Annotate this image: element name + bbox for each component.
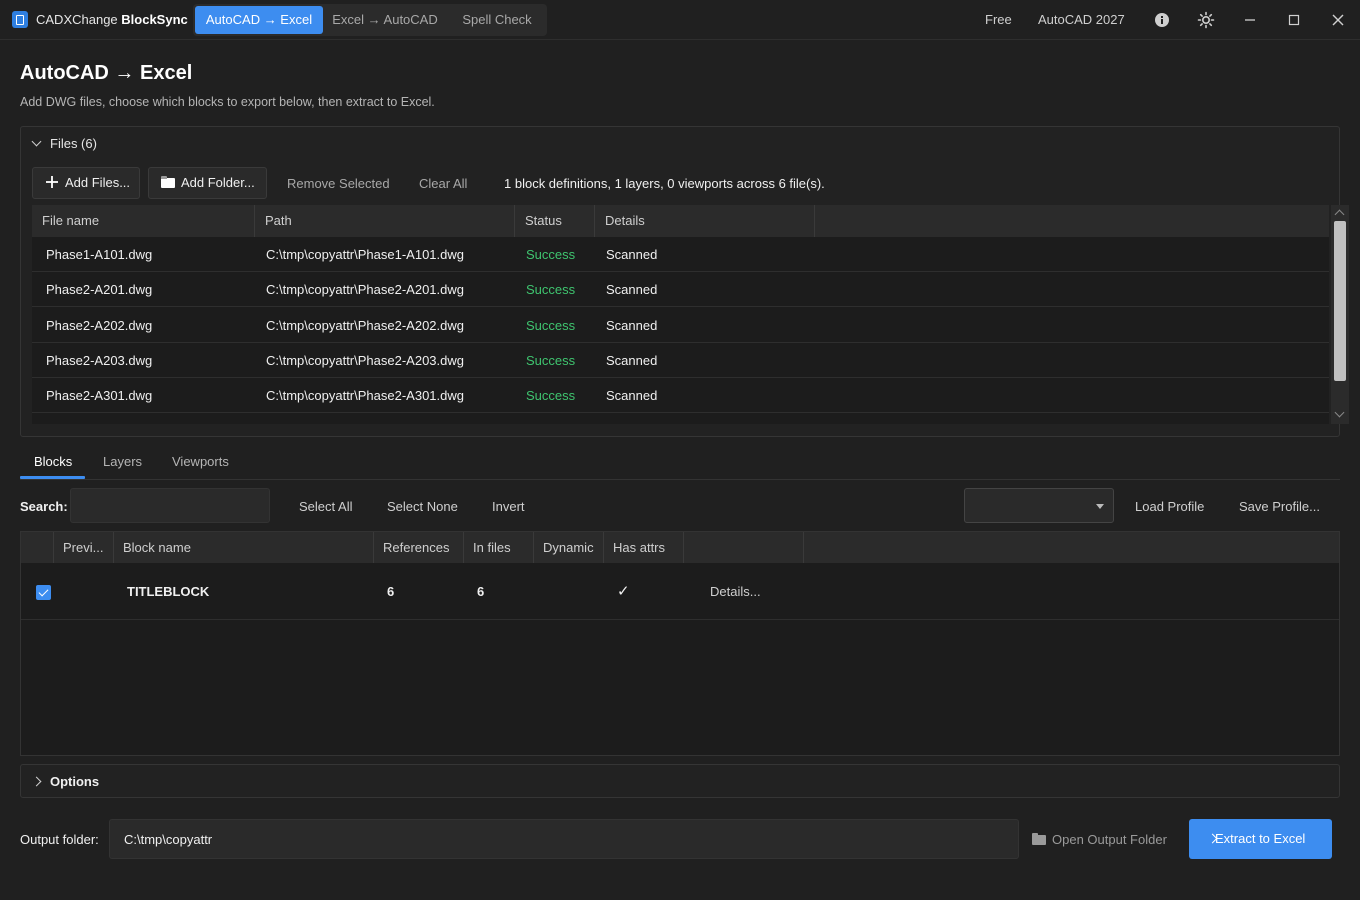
column-preview[interactable]: Previ... <box>54 532 114 563</box>
block-name: TITLEBLOCK <box>127 584 210 599</box>
file-status-cell: Success <box>526 317 576 333</box>
files-table: File name Path Status Details Phase1-A10… <box>32 205 1329 424</box>
plus-icon <box>46 176 58 188</box>
select-all-button[interactable]: Select All <box>299 499 352 514</box>
add-files-button[interactable]: Add Files... <box>32 167 140 199</box>
tab-divider <box>20 479 1340 480</box>
minimize-icon[interactable] <box>1240 10 1260 30</box>
blocks-table-header: Previ... Block name References In files … <box>21 532 1339 563</box>
invert-button[interactable]: Invert <box>492 499 525 514</box>
mode-tab-autocad-to-excel[interactable]: AutoCAD → Excel <box>195 6 323 34</box>
files-scrollbar[interactable] <box>1331 205 1349 424</box>
mode-tab-excel-to-autocad[interactable]: Excel → AutoCAD <box>325 6 445 34</box>
files-panel-toggle[interactable]: Files (6) <box>31 136 97 151</box>
save-profile-button[interactable]: Save Profile... <box>1239 499 1320 514</box>
file-name-cell: Phase2-A301.dwg <box>46 388 153 404</box>
file-details-cell: Scanned <box>606 388 658 404</box>
folder-icon <box>161 176 175 188</box>
table-row[interactable]: Phase2-A201.dwg C:\tmp\copyattr\Phase2-A2… <box>32 272 1329 308</box>
file-status-cell: Success <box>526 352 576 368</box>
column-path[interactable]: Path <box>255 205 515 237</box>
file-path-cell: C:\tmp\copyattr\Phase2-A301.dwg <box>266 388 464 404</box>
file-path-cell: C:\tmp\copyattr\Phase1-A101.dwg <box>266 247 464 262</box>
close-icon[interactable] <box>1328 10 1348 30</box>
column-block-name[interactable]: Block name <box>114 532 374 563</box>
page-title: AutoCAD → Excel <box>20 62 193 84</box>
file-status-cell: Success <box>526 388 576 404</box>
extract-to-excel-button[interactable]: Extract to Excel <box>1189 819 1332 859</box>
column-details[interactable]: Details <box>595 205 815 237</box>
file-name-cell: Phase2-A202.dwg <box>46 317 153 333</box>
column-actions <box>684 532 804 563</box>
table-row[interactable]: Phase2-A202.dwg C:\tmp\copyattr\Phase2-A2… <box>32 308 1329 343</box>
block-references: 6 <box>387 584 395 599</box>
chevron-right-icon <box>31 776 42 787</box>
table-row[interactable]: Phase2-A301.dwg C:\tmp\copyattr\Phase2-A3… <box>32 378 1329 414</box>
details-link[interactable]: Details... <box>710 563 761 620</box>
add-folder-button[interactable]: Add Folder... <box>148 167 267 199</box>
file-details-cell: Scanned <box>606 352 658 368</box>
column-status[interactable]: Status <box>515 205 595 237</box>
scan-summary: 1 block definitions, 1 layers, 0 viewpor… <box>504 176 825 191</box>
mode-switcher: AutoCAD → Excel Excel → AutoCAD Spell Ch… <box>193 4 547 36</box>
file-status-cell: Success <box>526 282 576 298</box>
file-name-cell: Phase2-A201.dwg <box>46 282 153 298</box>
page-subtitle: Add DWG files, choose which blocks to ex… <box>20 95 435 109</box>
column-references[interactable]: References <box>374 532 464 563</box>
tab-viewports[interactable]: Viewports <box>172 454 229 469</box>
file-status-cell: Success <box>526 247 576 262</box>
block-in-files: 6 <box>477 584 485 599</box>
scroll-down-icon[interactable] <box>1334 407 1345 418</box>
tab-layers[interactable]: Layers <box>103 454 142 469</box>
remove-selected-button[interactable]: Remove Selected <box>287 176 390 191</box>
file-details-cell: Scanned <box>606 317 658 333</box>
options-toggle[interactable]: Options <box>31 774 99 789</box>
file-name-cell: Phase2-A203.dwg <box>46 352 153 368</box>
load-profile-button[interactable]: Load Profile <box>1135 499 1204 514</box>
file-details-cell: Scanned <box>606 282 658 298</box>
table-row[interactable]: Phase2-A203.dwg C:\tmp\copyattr\Phase2-A2… <box>32 343 1329 378</box>
column-select[interactable] <box>21 532 54 563</box>
table-row[interactable]: TITLEBLOCK 6 6 ✓ Details... <box>21 563 1339 620</box>
mode-tab-spell-check[interactable]: Spell Check <box>449 6 545 34</box>
app-logo-icon <box>12 11 28 28</box>
scrollbar-thumb[interactable] <box>1334 221 1346 381</box>
column-in-files[interactable]: In files <box>464 532 534 563</box>
open-output-folder-button[interactable]: Open Output Folder <box>1032 832 1167 847</box>
file-path-cell: C:\tmp\copyattr\Phase2-A201.dwg <box>266 282 464 298</box>
file-name-cell: Phase1-A101.dwg <box>46 247 153 262</box>
file-path-cell: C:\tmp\copyattr\Phase2-A203.dwg <box>266 352 464 368</box>
output-folder-input[interactable] <box>109 819 1019 859</box>
chevron-down-icon <box>31 136 42 147</box>
blocks-table: Previ... Block name References In files … <box>20 531 1340 756</box>
files-table-header: File name Path Status Details <box>32 205 1329 237</box>
row-checkbox[interactable] <box>36 585 51 600</box>
tab-blocks[interactable]: Blocks <box>34 454 72 469</box>
theme-toggle-icon[interactable] <box>1196 10 1216 30</box>
app-title: CADXChange BlockSync <box>36 12 188 27</box>
folder-icon <box>1032 833 1046 845</box>
files-panel: Files (6) Add Files... Add Folder... Rem… <box>20 126 1349 437</box>
options-panel[interactable]: Options <box>20 764 1340 798</box>
column-dynamic[interactable]: Dynamic <box>534 532 604 563</box>
file-path-cell: C:\tmp\copyattr\Phase2-A202.dwg <box>266 317 464 333</box>
scroll-up-icon[interactable] <box>1334 209 1345 220</box>
table-row[interactable]: Phase1-A101.dwg C:\tmp\copyattr\Phase1-A1… <box>32 237 1329 272</box>
column-has-attrs[interactable]: Has attrs <box>604 532 684 563</box>
search-label: Search: <box>20 499 68 514</box>
clear-all-button[interactable]: Clear All <box>419 176 467 191</box>
has-attrs-check-icon: ✓ <box>617 583 630 600</box>
select-none-button[interactable]: Select None <box>387 499 458 514</box>
license-label[interactable]: Free <box>985 12 1012 27</box>
file-details-cell: Scanned <box>606 247 658 262</box>
maximize-icon[interactable] <box>1284 10 1304 30</box>
autocad-version-label[interactable]: AutoCAD 2027 <box>1038 12 1125 27</box>
output-folder-label: Output folder: <box>20 832 99 847</box>
profile-dropdown[interactable] <box>964 488 1114 523</box>
search-input[interactable] <box>70 488 270 523</box>
column-file-name[interactable]: File name <box>32 205 255 237</box>
title-bar: CADXChange BlockSync AutoCAD → Excel Exc… <box>0 0 1360 40</box>
info-icon[interactable] <box>1152 10 1172 30</box>
